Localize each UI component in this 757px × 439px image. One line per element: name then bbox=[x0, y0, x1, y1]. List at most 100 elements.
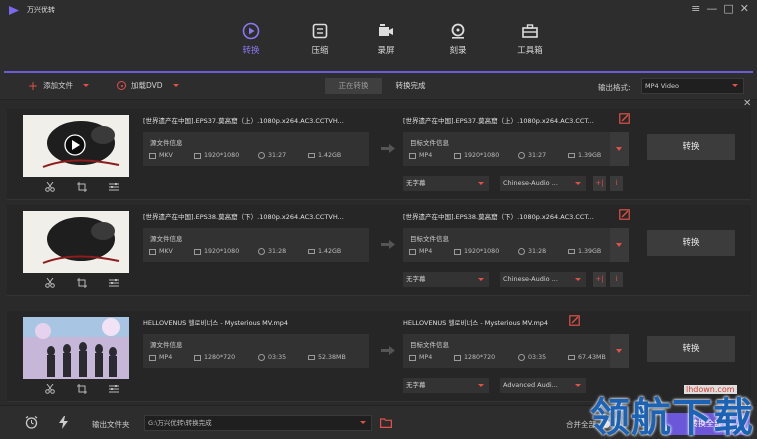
target-format-dropdown[interactable] bbox=[610, 132, 629, 166]
minimize-button[interactable]: — bbox=[706, 2, 717, 15]
chevron-down-icon[interactable] bbox=[172, 84, 179, 87]
resolution-icon bbox=[454, 152, 461, 159]
format-icon bbox=[409, 248, 416, 255]
source-title: [世界遗产在中国].EPS38.莫高窟（下）.1080p.x264.AC3.CC… bbox=[143, 213, 344, 221]
crop-icon[interactable] bbox=[77, 182, 87, 192]
tab-record[interactable]: 录屏 bbox=[356, 22, 416, 56]
subtitle-dropdown[interactable]: 无字幕 bbox=[403, 176, 489, 191]
chevron-down-icon bbox=[360, 421, 366, 424]
arrow-right-icon bbox=[381, 346, 395, 355]
alarm-clock-icon[interactable] bbox=[25, 416, 38, 429]
output-format-select[interactable]: MP4 Video bbox=[641, 78, 744, 94]
tab-convert[interactable]: 转换 bbox=[221, 22, 281, 56]
resolution-icon bbox=[194, 354, 201, 361]
format-icon bbox=[149, 152, 156, 159]
clock-icon bbox=[518, 354, 525, 361]
info-button[interactable]: i bbox=[610, 176, 623, 191]
clock-icon bbox=[518, 248, 525, 255]
status-segment: 正在转换 转换完成 bbox=[325, 78, 439, 94]
chevron-down-icon bbox=[478, 278, 484, 281]
format-icon bbox=[149, 354, 156, 361]
convert-button[interactable]: 转换 bbox=[647, 134, 735, 160]
source-resolution: 1920*1080 bbox=[204, 248, 240, 255]
thumbnail-image bbox=[23, 115, 129, 177]
tab-convert-label: 转换 bbox=[242, 46, 260, 56]
crop-icon[interactable] bbox=[77, 384, 87, 394]
audio-dropdown[interactable]: Chinese-Audio ... bbox=[500, 176, 586, 191]
menu-icon[interactable]: ≡ bbox=[691, 2, 700, 15]
source-size: 1.42GB bbox=[318, 248, 342, 255]
source-title: [世界遗产在中国].EPS37.莫高窟（上）.1080p.x264.AC3.CC… bbox=[143, 117, 344, 125]
chevron-down-icon[interactable] bbox=[83, 84, 90, 87]
lightning-icon[interactable] bbox=[57, 416, 70, 429]
file-row: [世界遗产在中国].EPS38.莫高窟（下）.1080p.x264.AC3.CC… bbox=[7, 205, 751, 296]
thumbnail-tools bbox=[45, 384, 119, 394]
effects-icon[interactable] bbox=[109, 182, 119, 192]
close-list-icon[interactable]: ✕ bbox=[743, 98, 751, 109]
format-icon bbox=[149, 248, 156, 255]
source-duration: 31:28 bbox=[268, 248, 287, 255]
target-format-dropdown[interactable] bbox=[610, 334, 629, 368]
video-thumbnail[interactable] bbox=[23, 317, 129, 379]
chevron-down-icon bbox=[575, 384, 581, 387]
source-size: 52.38MB bbox=[318, 354, 346, 361]
tab-converting[interactable]: 正在转换 bbox=[325, 78, 382, 94]
tab-toolbox[interactable]: 工具箱 bbox=[500, 22, 560, 56]
close-button[interactable]: ✕ bbox=[740, 2, 749, 15]
source-resolution: 1280*720 bbox=[204, 354, 236, 361]
add-subtitle-button[interactable]: +| bbox=[593, 272, 606, 287]
scissors-icon[interactable] bbox=[45, 278, 55, 288]
target-info-caption: 目标文件信息 bbox=[410, 139, 449, 147]
tab-compress[interactable]: 压缩 bbox=[290, 22, 350, 56]
effects-icon[interactable] bbox=[109, 384, 119, 394]
format-icon bbox=[409, 354, 416, 361]
tab-burn[interactable]: 刻录 bbox=[428, 22, 488, 56]
window-controls: ≡ — □ ✕ bbox=[691, 2, 749, 15]
target-format-dropdown[interactable] bbox=[610, 228, 629, 262]
maximize-button[interactable]: □ bbox=[723, 2, 733, 15]
file-row: [世界遗产在中国].EPS37.莫高窟（上）.1080p.x264.AC3.CC… bbox=[7, 109, 751, 200]
thumbnail-tools bbox=[45, 278, 119, 288]
source-format: MKV bbox=[159, 152, 173, 159]
target-duration: 31:28 bbox=[528, 248, 547, 255]
audio-value: Chinese-Audio ... bbox=[503, 179, 558, 187]
source-info-caption: 源文件信息 bbox=[150, 341, 183, 349]
edit-icon[interactable] bbox=[569, 315, 580, 326]
audio-value: Chinese-Audio ... bbox=[503, 275, 558, 283]
watermark-url: lhdown.com bbox=[684, 385, 737, 394]
chevron-down-icon bbox=[732, 84, 738, 87]
thumbnail-image bbox=[23, 317, 129, 379]
target-size: 1.39GB bbox=[578, 248, 602, 255]
folder-icon bbox=[308, 153, 315, 158]
source-duration: 31:27 bbox=[268, 152, 287, 159]
target-size: 67.43MB bbox=[578, 354, 606, 361]
scissors-icon[interactable] bbox=[45, 182, 55, 192]
source-info: 源文件信息 MKV 1920*1080 31:27 1.42GB bbox=[143, 132, 369, 166]
add-subtitle-button[interactable]: +| bbox=[593, 176, 606, 191]
tab-converted[interactable]: 转换完成 bbox=[382, 78, 439, 94]
crop-icon[interactable] bbox=[77, 278, 87, 288]
info-button[interactable]: i bbox=[610, 272, 623, 287]
convert-button[interactable]: 转换 bbox=[647, 336, 735, 362]
load-dvd-label: 加载DVD bbox=[131, 81, 163, 90]
output-folder-select[interactable]: G:\万兴优转\转换完成 bbox=[144, 415, 372, 431]
subtitle-dropdown[interactable]: 无字幕 bbox=[403, 272, 489, 287]
video-thumbnail[interactable] bbox=[23, 115, 129, 177]
convert-button[interactable]: 转换 bbox=[647, 230, 735, 256]
source-duration: 03:35 bbox=[268, 354, 287, 361]
load-dvd-button[interactable]: 加载DVD bbox=[117, 80, 179, 91]
effects-icon[interactable] bbox=[109, 278, 119, 288]
scissors-icon[interactable] bbox=[45, 384, 55, 394]
subtitle-dropdown[interactable]: 无字幕 bbox=[403, 378, 489, 393]
chevron-down-icon bbox=[478, 182, 484, 185]
open-folder-icon[interactable] bbox=[380, 418, 392, 428]
audio-dropdown[interactable]: Advanced Audi... bbox=[500, 378, 586, 393]
edit-icon[interactable] bbox=[619, 209, 630, 220]
edit-icon[interactable] bbox=[619, 113, 630, 124]
target-duration: 31:27 bbox=[528, 152, 547, 159]
clock-icon bbox=[518, 152, 525, 159]
add-file-button[interactable]: + 添加文件 bbox=[28, 80, 90, 92]
video-thumbnail[interactable] bbox=[23, 211, 129, 273]
audio-dropdown[interactable]: Chinese-Audio ... bbox=[500, 272, 586, 287]
target-title: HELLOVENUS 헬로비너스 - Mysterious MV.mp4 bbox=[403, 319, 549, 327]
